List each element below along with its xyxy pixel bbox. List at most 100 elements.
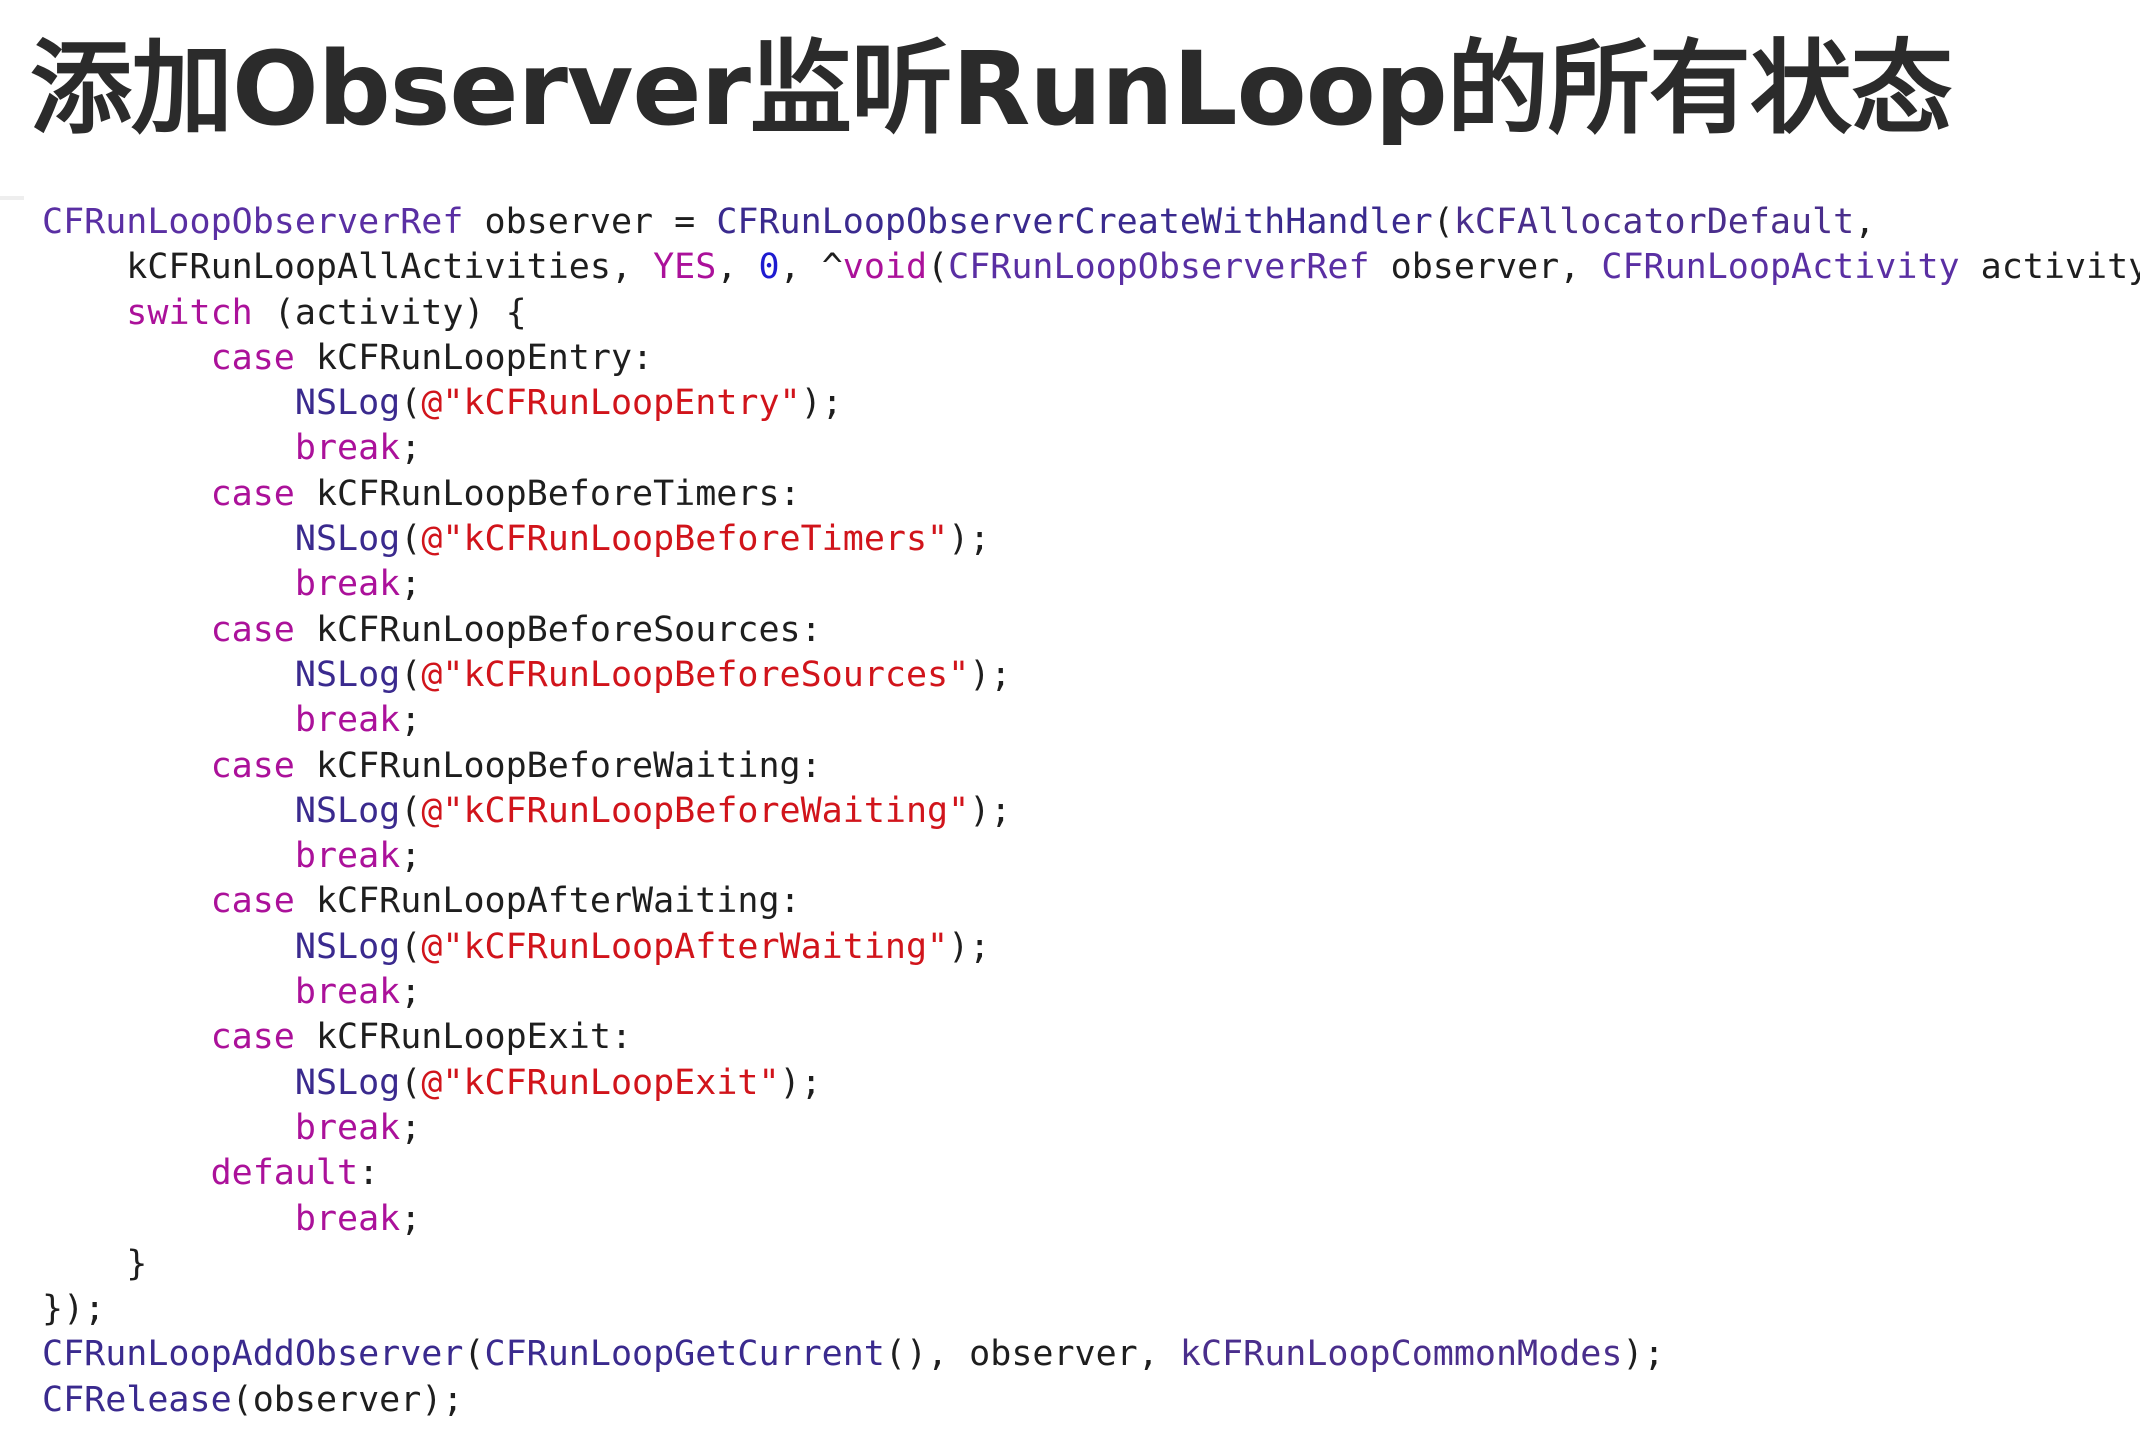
- code-token: switch: [126, 292, 253, 333]
- code-token: (activity) {: [252, 292, 527, 333]
- code-token: activity) {: [1980, 247, 2140, 288]
- code-line: case kCFRunLoopAfterWaiting:: [42, 879, 2140, 924]
- code-token: , ^: [779, 247, 843, 288]
- code-token: :: [358, 1153, 380, 1194]
- code-token: @"kCFRunLoopBeforeWaiting": [421, 790, 970, 831]
- code-line: case kCFRunLoopBeforeWaiting:: [42, 744, 2140, 789]
- code-token: kCFRunLoopBeforeWaiting:: [294, 745, 822, 786]
- code-token: observer =: [463, 202, 717, 242]
- code-token: case: [210, 337, 295, 378]
- code-line: kCFRunLoopAllActivities, YES, 0, ^void(C…: [42, 245, 2140, 290]
- code-token: break: [294, 700, 401, 741]
- code-token: (: [463, 1334, 485, 1375]
- code-token: );: [948, 519, 991, 560]
- code-token: kCFRunLoopBeforeTimers:: [294, 473, 801, 514]
- code-line: break;: [42, 426, 2140, 471]
- code-token: @"kCFRunLoopEntry": [421, 383, 801, 424]
- code-line: case kCFRunLoopBeforeSources:: [42, 608, 2140, 653]
- code-token: break: [294, 564, 401, 605]
- code-token: 0: [758, 247, 780, 288]
- code-line: CFRunLoopObserverRef observer = CFRunLoo…: [42, 200, 2140, 245]
- code-line: break;: [42, 1106, 2140, 1151]
- code-line: NSLog(@"kCFRunLoopBeforeTimers");: [42, 517, 2140, 562]
- code-token: NSLog: [294, 790, 401, 831]
- code-token: case: [210, 881, 295, 922]
- code-token: ,: [1854, 202, 1876, 242]
- code-line: switch (activity) {: [42, 291, 2140, 336]
- code-token: (: [400, 654, 422, 695]
- code-line: NSLog(@"kCFRunLoopAfterWaiting");: [42, 925, 2140, 970]
- code-token: case: [210, 473, 295, 514]
- code-line: });: [42, 1287, 2140, 1332]
- code-token: kCFRunLoopAllActivities,: [42, 247, 654, 288]
- code-line: case kCFRunLoopEntry:: [42, 336, 2140, 381]
- code-token: break: [294, 1198, 401, 1239]
- code-line: CFRunLoopAddObserver(CFRunLoopGetCurrent…: [42, 1332, 2140, 1377]
- code-block: CFRunLoopObserverRef observer = CFRunLoo…: [42, 200, 2140, 1423]
- code-token: ;: [400, 972, 422, 1013]
- code-line: break;: [42, 698, 2140, 743]
- code-token: CFRelease: [42, 1379, 232, 1420]
- code-token: kCFAllocatorDefault: [1453, 202, 1855, 242]
- code-token: ;: [400, 564, 422, 605]
- code-token: NSLog: [294, 926, 401, 967]
- code-line: break;: [42, 834, 2140, 879]
- code-token: @"kCFRunLoopExit": [421, 1062, 780, 1103]
- code-line: default:: [42, 1151, 2140, 1196]
- code-line: break;: [42, 1197, 2140, 1242]
- code-token: CFRunLoopGetCurrent: [484, 1334, 885, 1375]
- code-token: );: [800, 383, 843, 424]
- code-token: observer,: [1369, 247, 1602, 288]
- code-token: @"kCFRunLoopBeforeTimers": [421, 519, 949, 560]
- code-token: );: [779, 1062, 822, 1103]
- code-token: NSLog: [294, 1062, 401, 1103]
- slide-title: 添加Observer监听RunLoop的所有状态: [30, 30, 1953, 149]
- code-line: break;: [42, 562, 2140, 607]
- code-token: );: [948, 926, 991, 967]
- code-token: ;: [400, 1198, 422, 1239]
- code-token: case: [210, 609, 295, 650]
- code-token: (: [1432, 202, 1454, 242]
- code-token: ;: [400, 836, 422, 877]
- code-token: @"kCFRunLoopAfterWaiting": [421, 926, 949, 967]
- code-token: break: [294, 972, 401, 1013]
- code-token: CFRunLoopObserverRef: [948, 247, 1370, 288]
- code-token: );: [969, 790, 1012, 831]
- code-token: (), observer,: [884, 1334, 1180, 1375]
- code-line: NSLog(@"kCFRunLoopExit");: [42, 1061, 2140, 1106]
- code-token: (: [400, 519, 422, 560]
- code-token: }: [42, 1243, 148, 1284]
- code-token: ,: [716, 247, 759, 288]
- code-token: (: [400, 790, 422, 831]
- code-token: YES: [653, 247, 717, 288]
- code-token: CFRunLoopObserverCreateWithHandler: [716, 202, 1433, 242]
- left-edge-marker: [0, 196, 24, 200]
- code-token: case: [210, 745, 295, 786]
- code-line: break;: [42, 970, 2140, 1015]
- code-token: (: [927, 247, 949, 288]
- code-line: }: [42, 1242, 2140, 1287]
- code-token: ;: [400, 1107, 422, 1148]
- code-token: CFRunLoopObserverRef: [42, 202, 464, 242]
- code-token: NSLog: [294, 383, 401, 424]
- code-token: NSLog: [294, 519, 401, 560]
- code-token: (observer);: [231, 1379, 464, 1420]
- code-token: case: [210, 1017, 295, 1058]
- code-token: @"kCFRunLoopBeforeSources": [421, 654, 970, 695]
- code-token: (: [400, 1062, 422, 1103]
